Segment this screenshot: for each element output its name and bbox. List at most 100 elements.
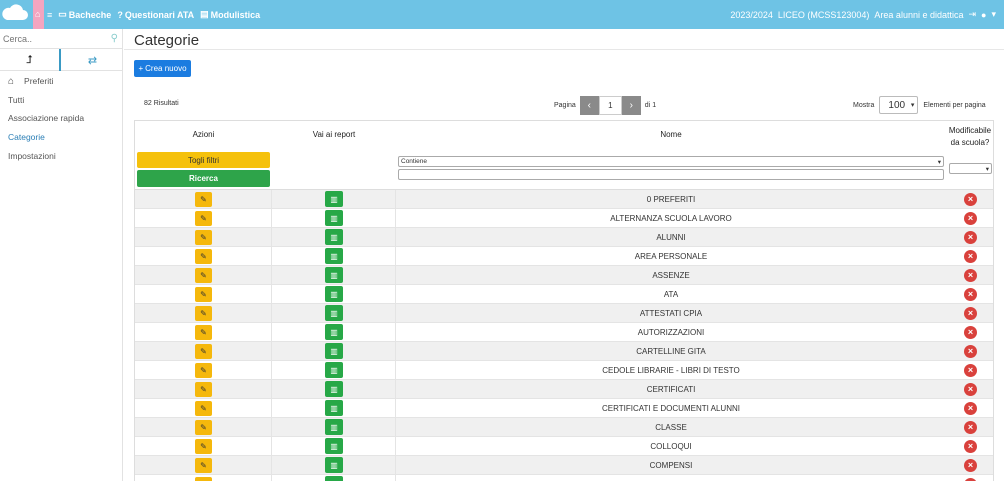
page-number-input[interactable]: 1 [598, 96, 622, 115]
nav-modulistica[interactable]: ▤ Modulistica [200, 9, 260, 20]
category-name: ATTESTATI CPIA [639, 309, 703, 318]
table-row: ✎ ▥ CEDOLE LIBRARIE - LIBRI DI TESTO × [135, 361, 993, 380]
next-page-button[interactable]: › [621, 96, 641, 115]
report-button[interactable]: ▥ [325, 191, 343, 207]
top-bar: ⌂ ≡ ▭ Bacheche ? Questionari ATA ▤ Modulist… [0, 0, 1004, 29]
user-icon[interactable]: ● [981, 10, 986, 20]
report-cell: ▥ [272, 285, 396, 304]
not-editable-icon: × [964, 421, 977, 434]
edit-button[interactable]: ✎ [195, 192, 212, 207]
not-editable-icon: × [964, 307, 977, 320]
bar-chart-icon: ▥ [330, 289, 338, 299]
edit-button[interactable]: ✎ [195, 325, 212, 340]
report-button[interactable]: ▥ [325, 457, 343, 473]
editable-filter-select[interactable]: ▾ [949, 163, 992, 174]
report-button[interactable]: ▥ [325, 343, 343, 359]
edit-button[interactable]: ✎ [195, 211, 212, 226]
page-size-select[interactable]: 100 ▾ [879, 96, 919, 114]
edit-icon: ✎ [200, 347, 207, 356]
report-button[interactable]: ▥ [325, 286, 343, 302]
report-cell: ▥ [272, 228, 396, 247]
report-button[interactable]: ▥ [325, 305, 343, 321]
chevron-down-icon: ▾ [985, 165, 989, 173]
edit-button[interactable]: ✎ [195, 268, 212, 283]
report-button[interactable]: ▥ [325, 229, 343, 245]
area-label[interactable]: Area alunni e didattica [874, 10, 963, 20]
sidebar-item-categorie[interactable]: Categorie [8, 132, 45, 142]
report-button[interactable]: ▥ [325, 324, 343, 340]
report-button[interactable]: ▥ [325, 210, 343, 226]
edit-button[interactable]: ✎ [195, 287, 212, 302]
tab-sort[interactable]: ⮥ [0, 49, 61, 71]
report-cell: ▥ [272, 437, 396, 456]
logout-icon[interactable]: ⇥ [968, 9, 976, 20]
search-icon[interactable]: ⚲ [111, 33, 118, 44]
question-icon: ? [117, 9, 123, 20]
menu-button[interactable]: ≡ [47, 9, 52, 20]
edit-button[interactable]: ✎ [195, 382, 212, 397]
bar-chart-icon: ▥ [330, 232, 338, 242]
edit-button[interactable]: ✎ [195, 363, 212, 378]
bar-chart-icon: ▥ [330, 460, 338, 470]
create-new-button[interactable]: + Crea nuovo [134, 60, 191, 77]
category-name: COMPENSI [649, 461, 693, 470]
home-tab[interactable]: ⌂ [33, 0, 44, 29]
chevron-down-icon[interactable]: ▾ [991, 9, 996, 20]
report-button[interactable]: ▥ [325, 476, 343, 481]
category-name: 0 PREFERITI [646, 195, 696, 204]
not-editable-icon: × [964, 345, 977, 358]
cloud-icon[interactable] [0, 0, 31, 29]
report-button[interactable]: ▥ [325, 419, 343, 435]
actions-cell: ✎ [135, 342, 272, 361]
name-filter-input[interactable] [398, 169, 944, 180]
report-button[interactable]: ▥ [325, 362, 343, 378]
report-button[interactable]: ▥ [325, 248, 343, 264]
edit-button[interactable]: ✎ [195, 420, 212, 435]
sidebar-item-impostazioni[interactable]: Impostazioni [8, 151, 56, 161]
report-button[interactable]: ▥ [325, 438, 343, 454]
sidebar-item-associazione-rapida[interactable]: Associazione rapida [8, 113, 84, 123]
edit-button[interactable]: ✎ [195, 477, 212, 481]
sidebar-item-preferiti[interactable]: ⌂ Preferiti [8, 76, 53, 87]
search-input[interactable] [3, 32, 103, 46]
report-cell: ▥ [272, 361, 396, 380]
edit-icon: ✎ [200, 290, 207, 299]
report-button[interactable]: ▥ [325, 267, 343, 283]
refresh-icon: ⇄ [87, 54, 98, 67]
report-button[interactable]: ▥ [325, 381, 343, 397]
not-editable-icon: × [964, 402, 977, 415]
edit-button[interactable]: ✎ [195, 306, 212, 321]
search-button[interactable]: Ricerca [137, 170, 270, 187]
prev-page-button[interactable]: ‹ [579, 96, 599, 115]
school-year[interactable]: 2023/2024 [730, 10, 773, 20]
edit-button[interactable]: ✎ [195, 249, 212, 264]
edit-icon: ✎ [200, 404, 207, 413]
report-cell: ▥ [272, 399, 396, 418]
actions-cell: ✎ [135, 228, 272, 247]
name-filter-select[interactable]: Contiene ▾ [398, 156, 944, 167]
edit-button[interactable]: ✎ [195, 230, 212, 245]
table-row: ✎ ▥ ASSENZE × [135, 266, 993, 285]
actions-cell: ✎ [135, 247, 272, 266]
report-cell: ▥ [272, 190, 396, 209]
edit-button[interactable]: ✎ [195, 439, 212, 454]
header-name[interactable]: Nome [397, 130, 945, 139]
edit-icon: ✎ [200, 195, 207, 204]
nav-questionari[interactable]: ? Questionari ATA [117, 9, 194, 20]
not-editable-icon: × [964, 212, 977, 225]
report-button[interactable]: ▥ [325, 400, 343, 416]
school-name[interactable]: LICEO (MCSS123004) [778, 10, 870, 20]
nav-bacheche[interactable]: ▭ Bacheche [58, 9, 111, 20]
actions-cell: ✎ [135, 361, 272, 380]
tab-refresh[interactable]: ⇄ [62, 49, 123, 71]
edit-button[interactable]: ✎ [195, 458, 212, 473]
table-row: ✎ ▥ AREA PERSONALE × [135, 247, 993, 266]
clear-filters-button[interactable]: Togli filtri [137, 152, 270, 168]
bar-chart-icon: ▥ [330, 213, 338, 223]
not-editable-icon: × [964, 193, 977, 206]
edit-icon: ✎ [200, 385, 207, 394]
sidebar-item-tutti[interactable]: Tutti [8, 95, 24, 105]
edit-button[interactable]: ✎ [195, 401, 212, 416]
header-actions: Azioni [192, 130, 215, 139]
edit-button[interactable]: ✎ [195, 344, 212, 359]
